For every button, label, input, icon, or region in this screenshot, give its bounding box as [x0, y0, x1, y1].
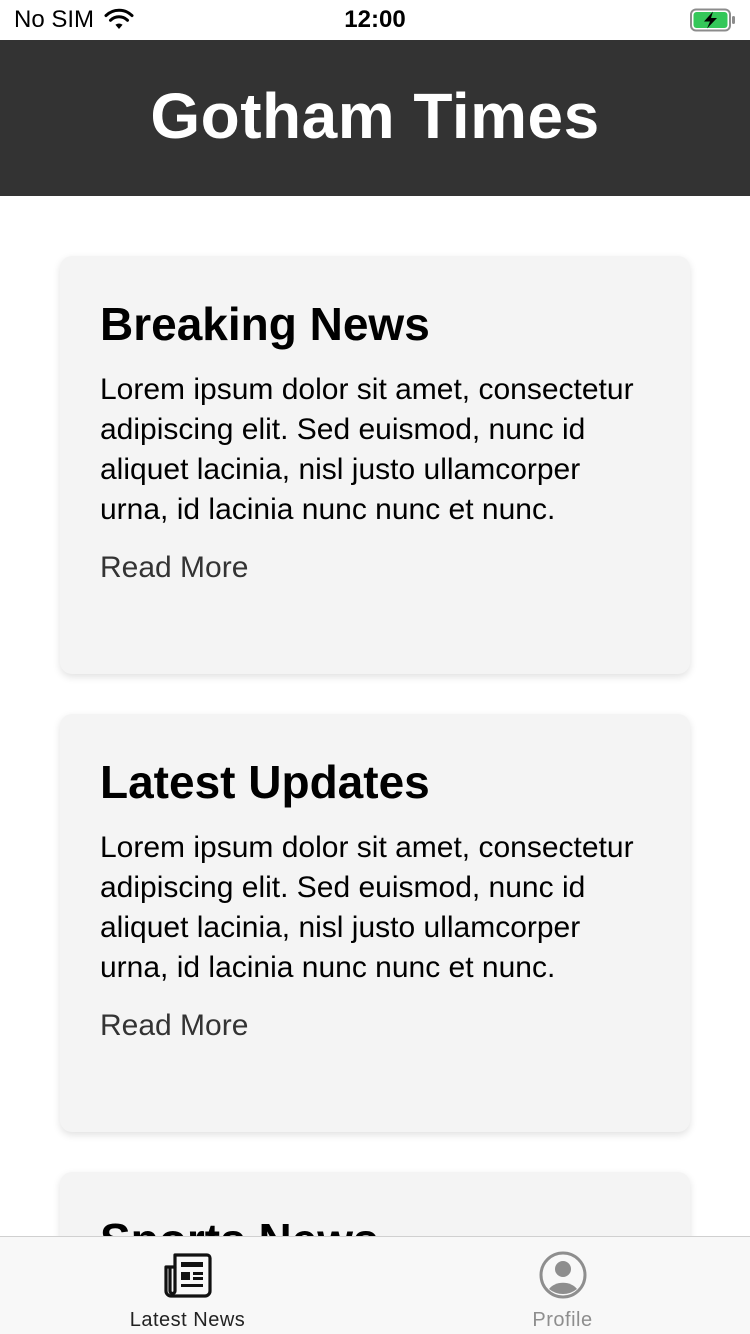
battery-charging-icon	[690, 8, 735, 32]
article-card[interactable]: Latest Updates Lorem ipsum dolor sit ame…	[60, 714, 690, 1132]
article-card[interactable]: Breaking News Lorem ipsum dolor sit amet…	[60, 256, 690, 674]
tab-latest-news[interactable]: Latest News	[0, 1237, 375, 1334]
app-screen: No SIM 12:00 Gotham Times Breaking News …	[0, 0, 750, 1334]
read-more-link[interactable]: Read More	[100, 1006, 248, 1046]
read-more-link[interactable]: Read More	[100, 548, 248, 588]
status-bar: No SIM 12:00	[0, 0, 750, 40]
app-title: Gotham Times	[150, 80, 600, 152]
article-title: Breaking News	[100, 298, 430, 350]
article-card[interactable]: Sports News	[60, 1172, 690, 1236]
newspaper-icon	[163, 1253, 212, 1298]
profile-icon	[539, 1251, 586, 1299]
tab-label: Latest News	[129, 1309, 246, 1331]
tab-profile[interactable]: Profile	[375, 1237, 750, 1334]
article-list[interactable]: Breaking News Lorem ipsum dolor sit amet…	[0, 196, 750, 1236]
article-summary: Lorem ipsum dolor sit amet, consectetur …	[100, 831, 634, 984]
app-header: Gotham Times	[0, 40, 750, 196]
tab-bar: Latest News Profile	[0, 1236, 750, 1334]
tab-label: Profile	[532, 1309, 593, 1331]
article-title: Latest Updates	[100, 756, 430, 808]
status-time: 12:00	[344, 6, 406, 33]
article-title: Sports News	[100, 1210, 650, 1236]
article-summary: Lorem ipsum dolor sit amet, consectetur …	[100, 373, 634, 526]
